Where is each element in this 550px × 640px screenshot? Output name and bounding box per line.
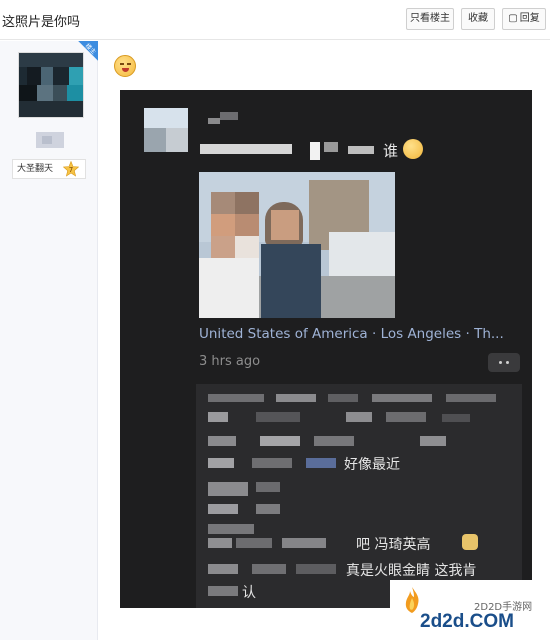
username-redacted-detail: [42, 136, 52, 144]
redacted-question: [200, 144, 292, 154]
location-link[interactable]: United States of America · Los Angeles ·…: [199, 326, 504, 342]
level-number: 7: [69, 166, 73, 174]
reply-button[interactable]: ▢ 回复: [502, 8, 546, 30]
more-dots-icon: [499, 361, 502, 364]
comment-section: 好像最近 吧 冯琦英高 真是火眼金睛 这我肯 认: [196, 384, 522, 608]
smirk-emoji-icon: [114, 55, 136, 77]
redacted-name: [208, 118, 220, 124]
post-screenshot-image[interactable]: 谁 United States of America · Los Angeles…: [120, 90, 532, 608]
site-watermark: 2D2D手游网 2d2d.COM: [390, 580, 550, 640]
only-op-label: 只看楼主: [410, 13, 450, 24]
watermark-domain: 2d2d.COM: [420, 611, 514, 632]
post-time: 3 hrs ago: [199, 354, 261, 369]
comment-text-3: 真是火眼金睛 这我肯: [346, 563, 477, 579]
cat-emoji-icon: [462, 534, 478, 550]
topic-title: 这照片是你吗: [2, 15, 81, 30]
question-text: 谁: [383, 142, 399, 160]
level-star-icon: 7: [63, 161, 79, 177]
topic-header: 这照片是你吗 只看楼主 收藏 ▢ 回复: [0, 0, 550, 40]
level-name: 大圣翻天: [17, 164, 54, 174]
favorite-label: 收藏: [468, 13, 488, 24]
more-options-button[interactable]: [488, 353, 520, 372]
screenshot-avatar: [144, 108, 188, 152]
reply-icon: ▢: [508, 13, 518, 24]
favorite-button[interactable]: 收藏: [461, 8, 495, 30]
only-op-button[interactable]: 只看楼主: [406, 8, 454, 30]
author-panel: 楼主 大圣翻天 7: [0, 41, 98, 640]
op-corner-badge: 楼主: [72, 41, 98, 67]
level-badge: 大圣翻天 7: [12, 159, 86, 179]
thinking-emoji-icon: [403, 139, 423, 159]
flame-logo-icon: [405, 587, 419, 613]
reply-label: 回复: [519, 13, 540, 24]
comment-text-2: 吧 冯琦英高: [356, 537, 431, 553]
shared-photo: [199, 172, 395, 318]
comment-text-1: 好像最近: [344, 457, 400, 473]
comment-text-4: 认: [242, 585, 256, 601]
